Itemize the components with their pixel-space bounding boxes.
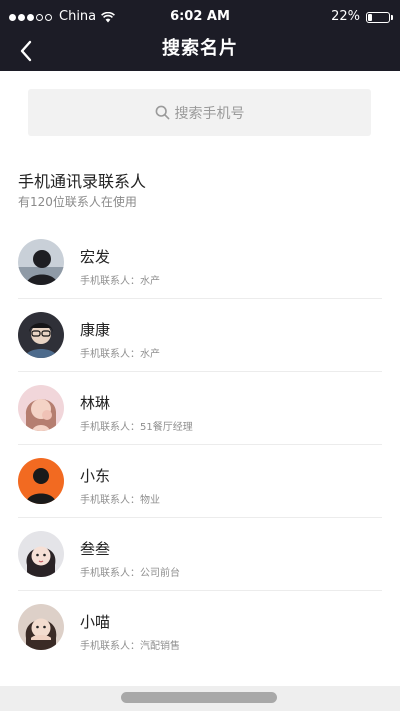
- bottom-bar: [0, 686, 400, 711]
- contact-name: 康康: [80, 321, 111, 339]
- contact-info: 手机联系人：公司前台: [80, 568, 180, 579]
- contact-item[interactable]: 小喵 手机联系人：汽配销售: [0, 591, 400, 664]
- contact-item[interactable]: 康康 手机联系人：水产: [0, 299, 400, 372]
- contact-item[interactable]: 叁叁 手机联系人：公司前台: [0, 518, 400, 591]
- search-icon: [155, 105, 169, 120]
- battery-percentage: 22%: [331, 9, 360, 24]
- section-title: 手机通讯录联系人: [18, 172, 147, 191]
- search-input[interactable]: 搜索手机号: [28, 89, 371, 136]
- contact-info: 手机联系人：水产: [80, 276, 160, 287]
- scroll-handle[interactable]: [121, 692, 277, 703]
- contact-name: 叁叁: [80, 540, 111, 558]
- avatar: [18, 604, 64, 650]
- contact-info: 手机联系人：51餐厅经理: [80, 422, 193, 433]
- contact-name: 林琳: [80, 394, 111, 412]
- avatar: [18, 531, 64, 577]
- contact-name: 宏发: [80, 248, 111, 266]
- battery-icon: [366, 11, 393, 23]
- phone-screen: China 6:02 AM 22% 搜索名片 搜索手机号 手机通讯录联系人 有1…: [0, 0, 400, 711]
- contact-info: 手机联系人：物业: [80, 495, 160, 506]
- main-content: 搜索手机号 手机通讯录联系人 有120位联系人在使用 宏发 手机联系人：水产 康…: [0, 71, 400, 686]
- contact-info: 手机联系人：汽配销售: [80, 641, 180, 652]
- contact-info: 手机联系人：水产: [80, 349, 160, 360]
- contact-list: 宏发 手机联系人：水产 康康 手机联系人：水产 林琳 手机联系人：51餐厅经理 …: [0, 226, 400, 664]
- contact-item[interactable]: 宏发 手机联系人：水产: [0, 226, 400, 299]
- page-title: 搜索名片: [162, 38, 238, 59]
- contact-item[interactable]: 林琳 手机联系人：51餐厅经理: [0, 372, 400, 445]
- status-bar: China 6:02 AM 22%: [0, 0, 400, 34]
- status-right: 22%: [331, 0, 393, 34]
- navigation-bar: 搜索名片: [0, 34, 400, 71]
- contact-name: 小东: [80, 467, 111, 485]
- contact-item[interactable]: 小东 手机联系人：物业: [0, 445, 400, 518]
- avatar: [18, 385, 64, 431]
- avatar: [18, 239, 64, 285]
- avatar: [18, 312, 64, 358]
- battery-fill: [368, 13, 372, 21]
- search-placeholder: 搜索手机号: [174, 105, 245, 122]
- section-subtitle: 有120位联系人在使用: [18, 195, 137, 209]
- avatar: [18, 458, 64, 504]
- top-bar: China 6:02 AM 22% 搜索名片: [0, 0, 400, 71]
- contact-name: 小喵: [80, 613, 111, 631]
